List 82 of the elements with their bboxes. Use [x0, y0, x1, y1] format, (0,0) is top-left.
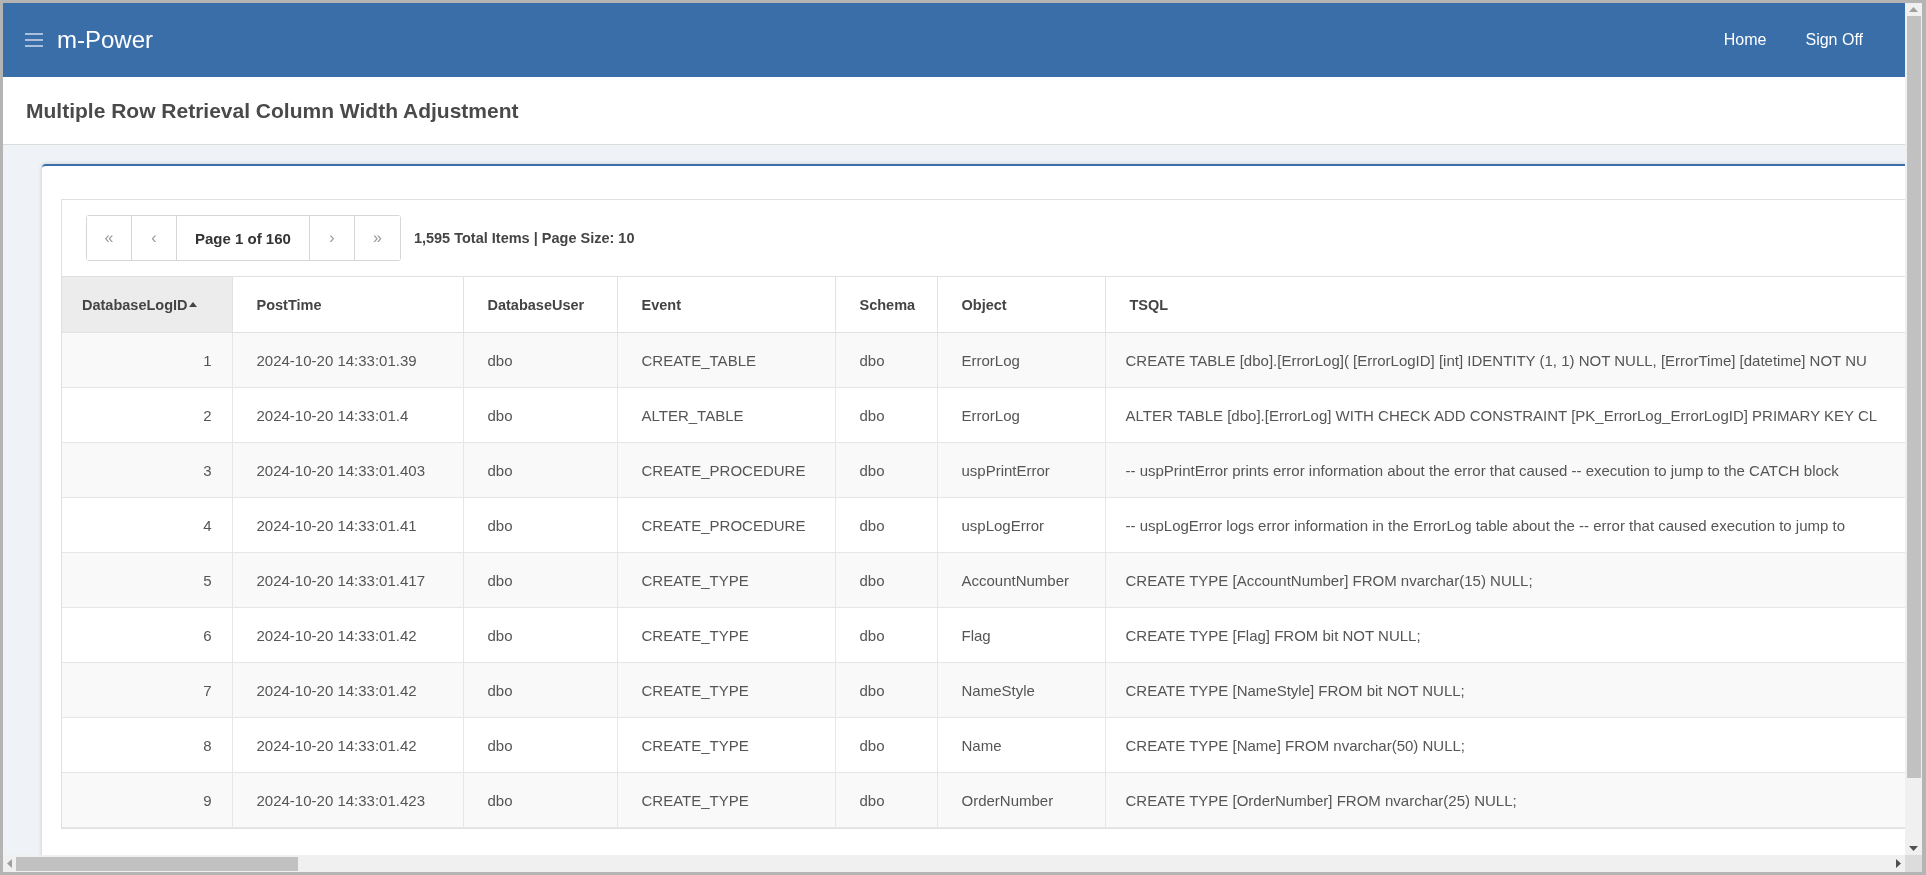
table-cell: dbo: [835, 772, 937, 828]
table-cell: 2024-10-20 14:33:01.42: [232, 662, 463, 718]
column-header[interactable]: Object: [937, 277, 1105, 333]
table-cell: 2024-10-20 14:33:01.4: [232, 387, 463, 443]
table-cell: dbo: [463, 497, 617, 553]
table-cell: Name: [937, 717, 1105, 773]
table-cell: dbo: [835, 332, 937, 388]
scroll-down-icon[interactable]: [1909, 846, 1918, 851]
table-cell: NameStyle: [937, 662, 1105, 718]
table-cell: 6: [62, 607, 232, 663]
column-header[interactable]: DatabaseUser: [463, 277, 617, 333]
table-cell: CREATE_TYPE: [617, 552, 835, 608]
table-cell: 4: [62, 497, 232, 553]
table-cell: Flag: [937, 607, 1105, 663]
menu-icon[interactable]: [25, 33, 43, 47]
table-cell: dbo: [463, 442, 617, 498]
table-cell: CREATE TABLE [dbo].[ErrorLog]( [ErrorLogID] [int] IDENTITY (1, 1) NOT NULL, [ErrorTime] [datetime] NOT NU: [1105, 332, 1905, 388]
table-cell: dbo: [463, 607, 617, 663]
table-cell: ErrorLog: [937, 332, 1105, 388]
table-cell: dbo: [835, 662, 937, 718]
table-cell: CREATE TYPE [NameStyle] FROM bit NOT NULL;: [1105, 662, 1905, 718]
table-cell: CREATE_TYPE: [617, 717, 835, 773]
table-cell: dbo: [835, 497, 937, 553]
table-cell: CREATE TYPE [AccountNumber] FROM nvarchar(15) NULL;: [1105, 552, 1905, 608]
table-cell: dbo: [835, 387, 937, 443]
column-header[interactable]: Schema: [835, 277, 937, 333]
table-cell: 8: [62, 717, 232, 773]
page-title: Multiple Row Retrieval Column Width Adjustment: [26, 98, 519, 123]
table-cell: CREATE_TYPE: [617, 662, 835, 718]
table-cell: 2024-10-20 14:33:01.417: [232, 552, 463, 608]
sort-ascending-icon: [188, 301, 197, 307]
table-cell: -- uspPrintError prints error information about the error that caused -- execution to jump to the CATCH block: [1105, 442, 1905, 498]
table-cell: dbo: [835, 552, 937, 608]
table-cell: 2: [62, 387, 232, 443]
scroll-right-icon[interactable]: [1896, 859, 1901, 868]
table-cell: 1: [62, 332, 232, 388]
table-cell: CREATE TYPE [OrderNumber] FROM nvarchar(25) NULL;: [1105, 772, 1905, 828]
table-cell: dbo: [835, 607, 937, 663]
table-cell: uspPrintError: [937, 442, 1105, 498]
table-cell: CREATE_TYPE: [617, 607, 835, 663]
table-cell: CREATE_PROCEDURE: [617, 497, 835, 553]
table-cell: ErrorLog: [937, 387, 1105, 443]
column-header[interactable]: Event: [617, 277, 835, 333]
table-cell: 5: [62, 552, 232, 608]
table-cell: 2024-10-20 14:33:01.423: [232, 772, 463, 828]
scroll-up-icon[interactable]: [1909, 7, 1918, 12]
table-cell: 9: [62, 772, 232, 828]
table-cell: uspLogError: [937, 497, 1105, 553]
table-cell: dbo: [463, 772, 617, 828]
table-cell: OrderNumber: [937, 772, 1105, 828]
table-cell: 2024-10-20 14:33:01.42: [232, 717, 463, 773]
table-cell: 2024-10-20 14:33:01.42: [232, 607, 463, 663]
table-cell: dbo: [835, 717, 937, 773]
nav-link[interactable]: Sign Off: [1805, 31, 1863, 49]
scrollbar-corner: [1905, 855, 1922, 872]
items-summary: 1,595 Total Items | Page Size: 10: [413, 230, 635, 246]
scrollbar-thumb[interactable]: [1906, 16, 1921, 778]
column-header[interactable]: DatabaseLogID: [62, 277, 232, 333]
table-cell: dbo: [463, 662, 617, 718]
table-cell: CREATE_TYPE: [617, 772, 835, 828]
table-cell: 7: [62, 662, 232, 718]
table-cell: 2024-10-20 14:33:01.403: [232, 442, 463, 498]
table-cell: dbo: [463, 717, 617, 773]
scrollbar-thumb[interactable]: [16, 856, 298, 871]
column-header[interactable]: PostTime: [232, 277, 463, 333]
table-cell: 2024-10-20 14:33:01.39: [232, 332, 463, 388]
table-cell: AccountNumber: [937, 552, 1105, 608]
table-cell: dbo: [835, 442, 937, 498]
table-cell: dbo: [463, 387, 617, 443]
scroll-left-icon[interactable]: [7, 859, 12, 868]
vertical-scrollbar[interactable]: [1905, 3, 1922, 855]
horizontal-scrollbar[interactable]: [3, 855, 1905, 872]
table-cell: 3: [62, 442, 232, 498]
table-cell: dbo: [463, 332, 617, 388]
table-cell: CREATE_PROCEDURE: [617, 442, 835, 498]
table-cell: dbo: [463, 552, 617, 608]
table-cell: 2024-10-20 14:33:01.41: [232, 497, 463, 553]
table-cell: CREATE_TABLE: [617, 332, 835, 388]
brand-name[interactable]: m-Power: [57, 26, 153, 54]
nav-link[interactable]: Home: [1723, 31, 1767, 49]
page-indicator: Page 1 of 160: [177, 216, 310, 260]
table-cell: ALTER_TABLE: [617, 387, 835, 443]
